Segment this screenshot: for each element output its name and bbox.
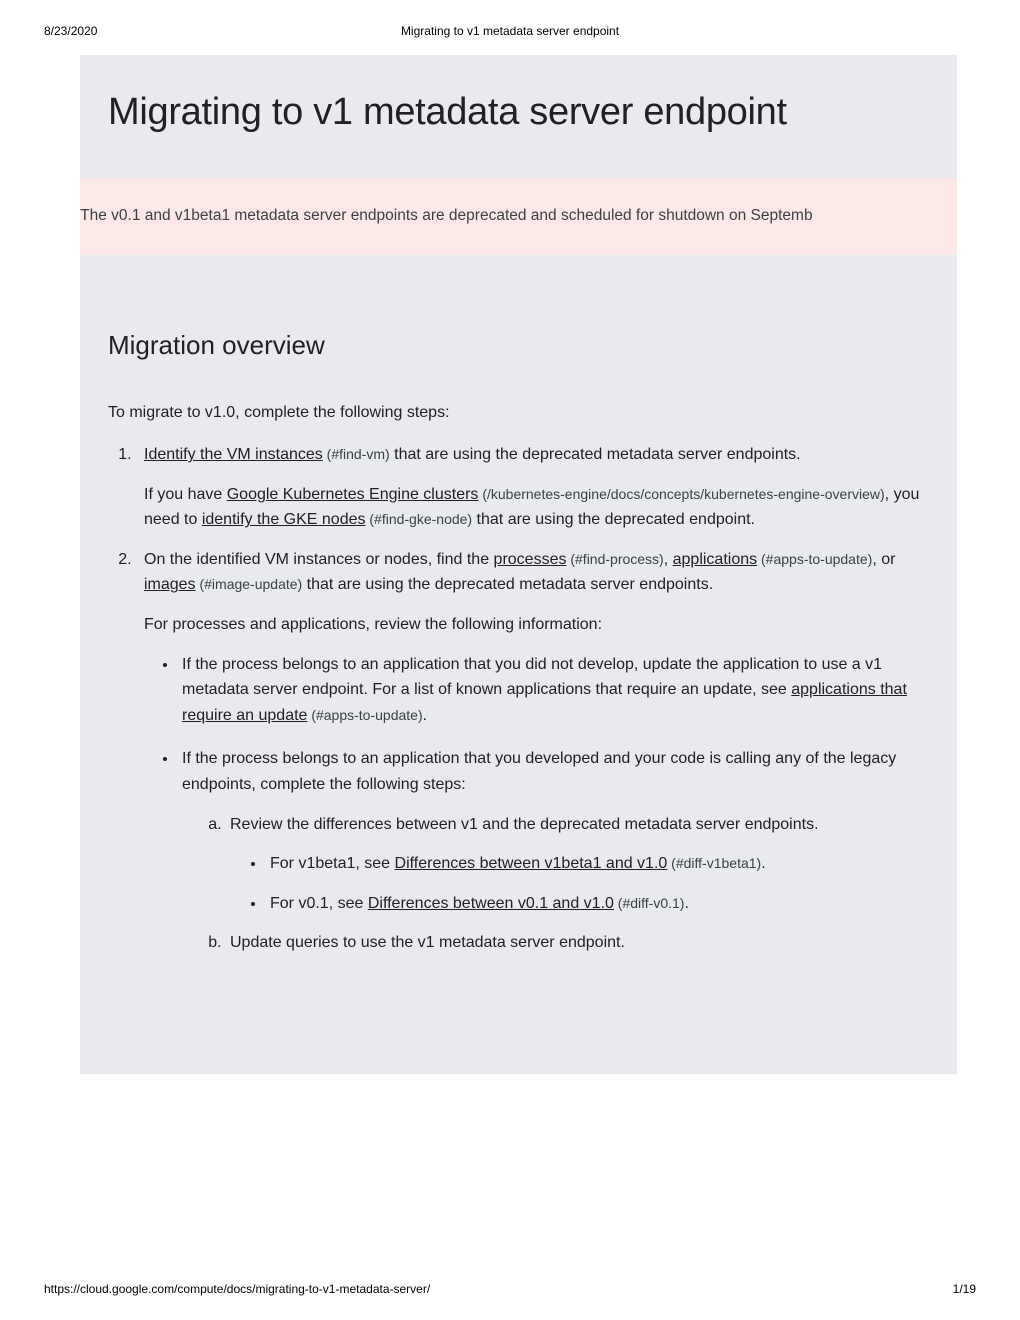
- diff-v1beta1: For v1beta1, see Differences between v1b…: [266, 851, 929, 877]
- alpha-update: Update queries to use the v1 metadata se…: [226, 930, 929, 956]
- link-images[interactable]: images: [144, 576, 196, 593]
- link-diff-v1beta1[interactable]: Differences between v1beta1 and v1.0: [395, 855, 668, 872]
- step-2: On the identified VM instances or nodes,…: [136, 547, 929, 956]
- overview-intro: To migrate to v1.0, complete the followi…: [80, 379, 957, 426]
- link-applications[interactable]: applications: [673, 551, 758, 568]
- alpha-review-text: Review the differences between v1 and th…: [230, 816, 819, 833]
- warning-text: The v0.1 and v1beta1 metadata server end…: [80, 207, 813, 224]
- migration-steps-list: Identify the VM instances (#find-vm) tha…: [80, 426, 957, 956]
- link-identify-gke-nodes[interactable]: identify the GKE nodes: [202, 511, 366, 528]
- ref-image-update: (#image-update): [196, 576, 303, 592]
- ref-apps-to-update: (#apps-to-update): [757, 551, 872, 567]
- footer-page: 1/19: [953, 1282, 976, 1296]
- ref-diff-v1beta1: (#diff-v1beta1): [667, 855, 761, 871]
- warning-banner: ng: The v0.1 and v1beta1 metadata server…: [80, 178, 957, 255]
- alpha-steps: Review the differences between v1 and th…: [182, 812, 929, 956]
- link-identify-vm[interactable]: Identify the VM instances: [144, 446, 323, 463]
- step1-gke-para: If you have Google Kubernetes Engine clu…: [144, 482, 929, 533]
- step2-tail: that are using the deprecated metadata s…: [302, 576, 713, 593]
- step2-bullets: If the process belongs to an application…: [144, 652, 929, 956]
- diff-list: For v1beta1, see Differences between v1b…: [230, 851, 929, 916]
- step1-tail2: that are using the deprecated endpoint.: [472, 511, 755, 528]
- alpha-update-text: Update queries to use the v1 metadata se…: [230, 934, 625, 951]
- step2-lead: On the identified VM instances or nodes,…: [144, 551, 494, 568]
- step2-review-intro: For processes and applications, review t…: [144, 612, 929, 638]
- diff-v01: For v0.1, see Differences between v0.1 a…: [266, 891, 929, 917]
- ref-apps-to-update2: (#apps-to-update): [307, 707, 422, 723]
- step-1: Identify the VM instances (#find-vm) tha…: [136, 442, 929, 533]
- print-header-title: Migrating to v1 metadata server endpoint: [401, 24, 619, 38]
- link-diff-v01[interactable]: Differences between v0.1 and v1.0: [368, 895, 614, 912]
- bullet-not-developed: If the process belongs to an application…: [178, 652, 929, 729]
- step1-p2-lead: If you have: [144, 486, 227, 503]
- bullet-you-developed: If the process belongs to an application…: [178, 746, 929, 956]
- link-processes[interactable]: processes: [494, 551, 567, 568]
- ref-find-gke-node: (#find-gke-node): [365, 511, 472, 527]
- step1-tail: that are using the deprecated metadata s…: [390, 446, 801, 463]
- ref-diff-v01: (#diff-v0.1): [614, 895, 685, 911]
- b2-lead: If the process belongs to an application…: [182, 750, 896, 793]
- footer-url: https://cloud.google.com/compute/docs/mi…: [44, 1282, 430, 1296]
- link-gke-clusters[interactable]: Google Kubernetes Engine clusters: [227, 486, 479, 503]
- ref-find-process: (#find-process): [566, 551, 663, 567]
- section-overview-title: Migration overview: [80, 275, 957, 379]
- page-title: Migrating to v1 metadata server endpoint: [80, 55, 957, 178]
- alpha-review: Review the differences between v1 and th…: [226, 812, 929, 917]
- b1-lead: If the process belongs to an application…: [182, 656, 882, 699]
- print-date: 8/23/2020: [44, 24, 97, 38]
- ref-gke-overview: (/kubernetes-engine/docs/concepts/kubern…: [478, 486, 884, 502]
- ref-find-vm: (#find-vm): [323, 446, 390, 462]
- content-panel: Migrating to v1 metadata server endpoint…: [80, 55, 957, 1074]
